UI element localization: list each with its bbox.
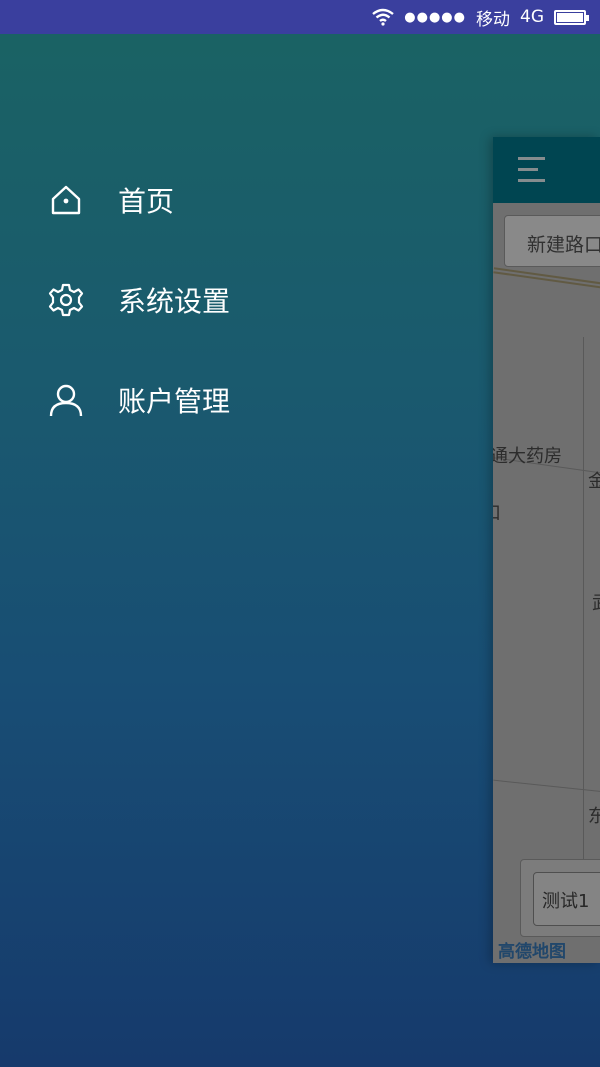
drawer-item-label: 首页 bbox=[118, 185, 175, 218]
network-type: 4G bbox=[520, 7, 544, 27]
home-icon bbox=[48, 182, 84, 218]
status-bar: ●●●●● 移动 4G bbox=[0, 0, 600, 34]
drawer-item-label: 账户管理 bbox=[118, 385, 231, 418]
user-icon bbox=[48, 382, 84, 418]
drawer-item-label: 系统设置 bbox=[118, 285, 231, 318]
drawer-item-settings[interactable]: 系统设置 bbox=[0, 250, 480, 350]
battery-icon bbox=[554, 9, 589, 25]
main-content-preview[interactable]: 新建路口 通大药房 金 口 武 东 测试1 高德地图 bbox=[493, 137, 600, 963]
gear-icon bbox=[48, 282, 84, 318]
wifi-icon bbox=[372, 8, 395, 26]
drawer-item-home[interactable]: 首页 bbox=[0, 150, 480, 250]
carrier-name: 移动 bbox=[476, 9, 510, 30]
drawer-item-account[interactable]: 账户管理 bbox=[0, 350, 480, 450]
drawer-scrim[interactable] bbox=[493, 137, 600, 963]
signal-strength: ●●●●● bbox=[404, 9, 466, 25]
drawer-menu: 首页 系统设置 账户管理 bbox=[0, 150, 480, 450]
